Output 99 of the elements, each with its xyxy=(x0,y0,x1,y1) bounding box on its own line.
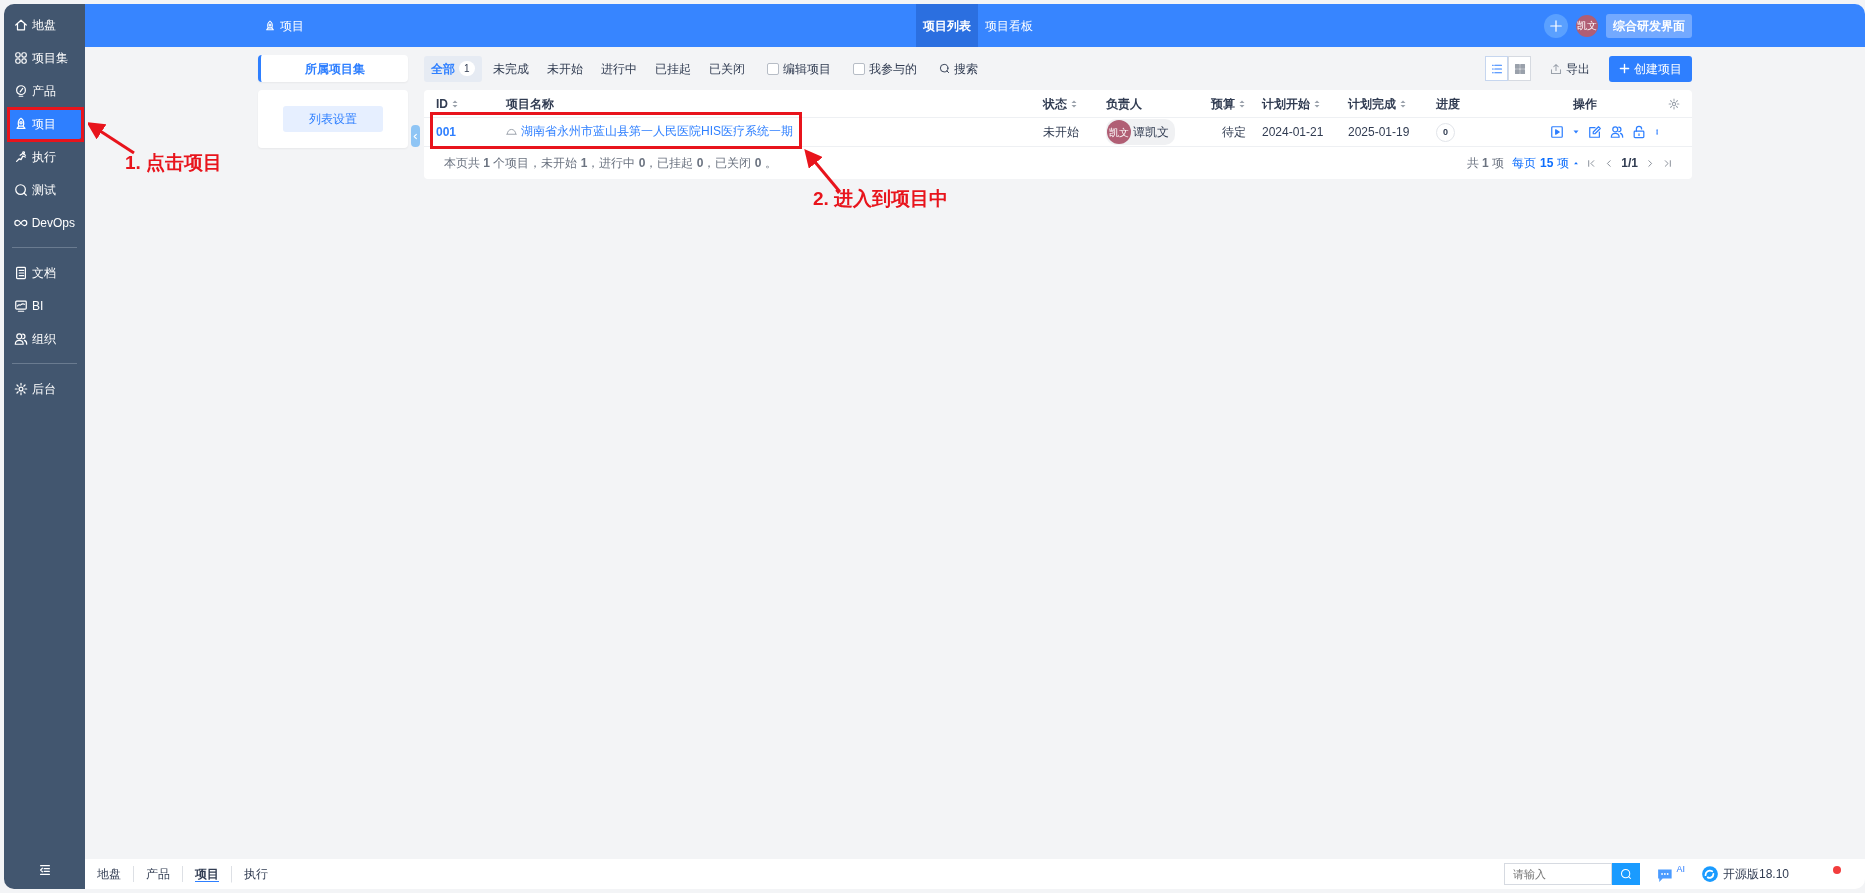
filter-tab[interactable]: 进行中 xyxy=(593,55,644,82)
checkbox[interactable] xyxy=(766,62,779,75)
sidebar-item[interactable]: 测试 xyxy=(8,174,81,205)
filter-tab[interactable]: 全部 1 xyxy=(424,55,482,82)
column-header: 操作 xyxy=(1573,95,1597,113)
lock-icon[interactable] xyxy=(1632,125,1646,139)
bottom-tab[interactable]: 地盘 xyxy=(85,866,134,882)
plus-icon xyxy=(1619,63,1630,74)
start-date: 2024-01-21 xyxy=(1262,125,1324,139)
search-field[interactable]: 请输入 xyxy=(1504,863,1613,885)
sidebar-item[interactable]: 项目 xyxy=(8,108,81,139)
search-link[interactable]: 搜索 xyxy=(931,55,985,82)
sidebar-item[interactable]: 产品 xyxy=(8,75,81,106)
notification-dot xyxy=(1833,866,1841,874)
owner-avatar: 凯文 xyxy=(1107,120,1131,144)
header-tab[interactable]: 项目看板 xyxy=(978,4,1040,47)
column-header[interactable]: 计划完成 xyxy=(1348,94,1407,113)
version-text: 开源版18.10 xyxy=(1722,866,1789,883)
caret-icon[interactable] xyxy=(1572,128,1580,136)
monitor-icon xyxy=(14,298,28,313)
panel-tab[interactable]: 所属项目集 xyxy=(258,55,408,82)
settings-icon xyxy=(14,381,28,396)
page-number: 1/1 xyxy=(1621,155,1638,172)
bottom-tab[interactable]: 项目 xyxy=(183,865,232,883)
plus-icon xyxy=(1549,18,1563,33)
filter-tab[interactable]: 未完成 xyxy=(485,55,536,82)
people-icon xyxy=(14,331,28,346)
summary-text: 本页共 1 个项目，未开始 1，进行中 0，已挂起 0，已关闭 0 。 xyxy=(444,155,777,172)
checkbox[interactable] xyxy=(852,62,865,75)
sidebar-item[interactable]: 组织 xyxy=(8,323,81,354)
lightbulb-icon xyxy=(14,83,28,98)
add-button[interactable] xyxy=(1544,13,1568,38)
ai-label: AI xyxy=(1676,865,1685,874)
page-size-dropdown[interactable]: 每页 15 项 xyxy=(1511,154,1580,172)
column-header[interactable]: 预算 xyxy=(1211,94,1246,113)
sidebar-item[interactable]: 项目集 xyxy=(8,42,81,73)
list-icon xyxy=(1490,62,1503,75)
ai-chat-button[interactable]: AI xyxy=(1656,865,1685,883)
grid-icon xyxy=(1513,62,1526,75)
annotation-label: 2. 进入到项目中 xyxy=(813,187,949,211)
project-name-link[interactable]: 湖南省永州市蓝山县第一人民医院HIS医疗系统一期 xyxy=(506,122,793,141)
sidebar-item[interactable]: 地盘 xyxy=(8,9,81,40)
rocket-icon xyxy=(14,116,28,131)
column-header: 项目名称 xyxy=(506,95,554,113)
swirl-logo-icon xyxy=(1700,865,1719,883)
document-icon xyxy=(14,265,28,280)
play-icon[interactable] xyxy=(1550,125,1564,139)
create-project-button[interactable]: 创建项目 xyxy=(1609,55,1692,82)
chevron-left-icon xyxy=(412,132,419,140)
sidebar-item[interactable]: BI xyxy=(8,290,81,321)
budget-text: 待定 xyxy=(1222,125,1246,139)
caret-up-icon xyxy=(1573,160,1580,166)
status-text: 未开始 xyxy=(1043,125,1079,139)
search-icon xyxy=(1620,868,1633,880)
header-tab[interactable]: 项目列表 xyxy=(916,4,978,47)
people-icon[interactable] xyxy=(1610,125,1624,139)
sidebar-item[interactable]: 执行 xyxy=(8,141,81,172)
project-id-link[interactable]: 001 xyxy=(436,125,457,139)
end-date: 2025-01-19 xyxy=(1348,125,1410,139)
first-page-icon[interactable] xyxy=(1587,158,1597,168)
search-button[interactable] xyxy=(1612,863,1641,885)
bottom-tab[interactable]: 执行 xyxy=(232,866,280,882)
page-title: 项目 xyxy=(280,17,304,35)
sidebar-item[interactable]: DevOps xyxy=(8,207,81,238)
column-header: 负责人 xyxy=(1106,95,1142,113)
checkbox-label[interactable]: 我参与的 xyxy=(868,59,917,78)
previous-page-icon[interactable] xyxy=(1604,158,1614,168)
upload-icon xyxy=(1550,62,1562,75)
home-icon xyxy=(14,17,28,32)
runner-icon xyxy=(14,149,28,164)
grid-icon xyxy=(14,50,28,65)
filter-tab[interactable]: 已挂起 xyxy=(647,55,698,82)
count-badge: 1 xyxy=(459,61,475,76)
bottom-tab[interactable]: 产品 xyxy=(134,866,183,882)
column-header[interactable]: ID xyxy=(436,94,459,113)
view-toggle-button[interactable] xyxy=(1485,56,1508,81)
view-toggle-button[interactable] xyxy=(1508,56,1531,81)
checkbox-label[interactable]: 编辑项目 xyxy=(782,59,831,78)
rocket-icon xyxy=(264,19,276,32)
next-page-icon[interactable] xyxy=(1646,158,1655,168)
collapse-handle[interactable] xyxy=(411,125,420,147)
user-avatar[interactable]: 凯文 xyxy=(1576,14,1598,37)
search-icon xyxy=(938,63,950,74)
column-header[interactable]: 计划开始 xyxy=(1262,94,1321,113)
column-header[interactable]: 状态 xyxy=(1043,94,1078,113)
owner-name: 谭凯文 xyxy=(1133,124,1169,141)
settings-icon[interactable] xyxy=(1668,97,1680,110)
filter-tab[interactable]: 未开始 xyxy=(539,55,590,82)
search-icon xyxy=(14,182,28,197)
last-page-icon[interactable] xyxy=(1663,158,1672,168)
annotation-label: 1. 点击项目 xyxy=(125,151,223,175)
total-count: 共 1 项 xyxy=(1466,155,1504,172)
filter-tab[interactable]: 已关闭 xyxy=(701,55,752,82)
edit-icon[interactable] xyxy=(1588,125,1602,139)
sidebar-item[interactable]: 后台 xyxy=(8,373,81,404)
collapse-menu-icon[interactable] xyxy=(37,863,52,877)
export-button[interactable]: 导出 xyxy=(1543,55,1597,82)
column-header: 进度 xyxy=(1436,95,1460,113)
sidebar-item[interactable]: 文档 xyxy=(8,257,81,288)
